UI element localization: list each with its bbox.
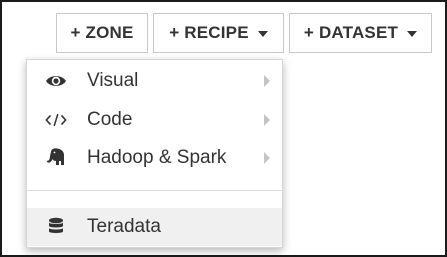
elephant-icon (45, 148, 67, 168)
caret-down-icon (257, 31, 268, 37)
menu-item-label: Code (87, 109, 133, 130)
menu-item-label: Visual (87, 70, 139, 91)
menu-item-teradata[interactable]: Teradata (27, 208, 282, 246)
chevron-right-icon (264, 152, 270, 164)
add-dataset-label: + DATASET (303, 23, 399, 42)
recipe-dropdown-menu: Visual Code Hadoop & Spark Teradata (26, 59, 283, 248)
database-icon (45, 217, 67, 237)
code-icon (45, 110, 67, 130)
menu-item-code[interactable]: Code (27, 101, 282, 139)
menu-item-label: Hadoop & Spark (87, 147, 227, 168)
screenshot-frame: + ZONE + RECIPE + DATASET Visual Code Ha… (0, 0, 447, 257)
add-dataset-button[interactable]: + DATASET (289, 13, 432, 53)
add-zone-button[interactable]: + ZONE (56, 13, 148, 53)
menu-item-label: Teradata (87, 216, 161, 237)
chevron-right-icon (264, 114, 270, 126)
chevron-right-icon (264, 75, 270, 87)
add-recipe-label: + RECIPE (169, 23, 249, 42)
menu-divider (27, 190, 282, 191)
eye-icon (45, 71, 67, 91)
add-recipe-button[interactable]: + RECIPE (153, 13, 284, 53)
caret-down-icon (407, 31, 418, 37)
add-zone-label: + ZONE (70, 23, 134, 42)
menu-item-visual[interactable]: Visual (27, 62, 282, 100)
menu-item-hadoop-spark[interactable]: Hadoop & Spark (27, 139, 282, 177)
